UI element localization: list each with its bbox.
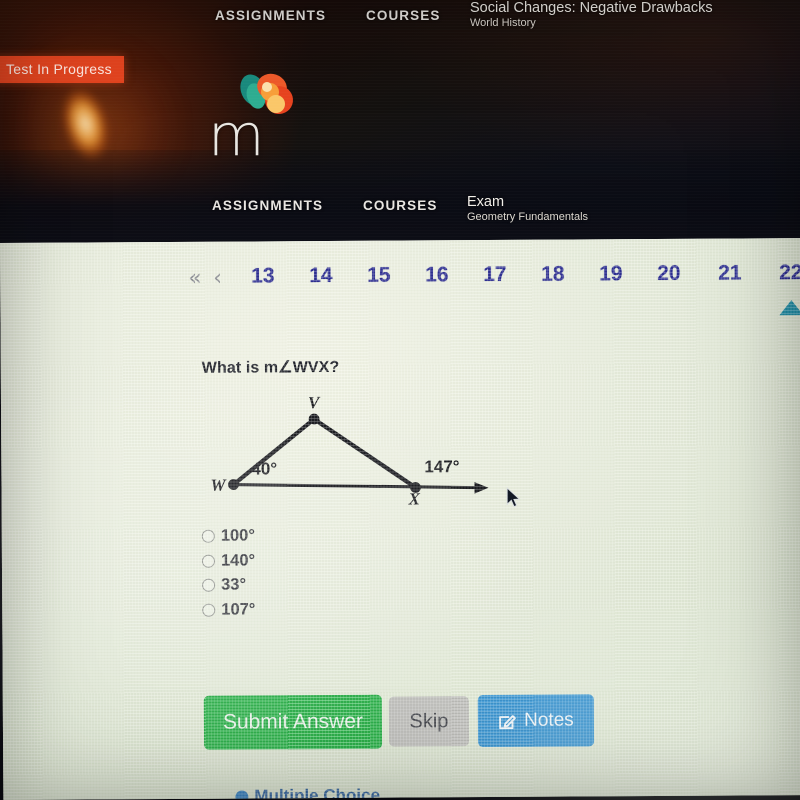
info-circle-icon: [235, 789, 249, 800]
screenshot-root: Test In Progress ASSIGNMENTS COURSES Soc…: [0, 0, 800, 800]
bottom-nav-row: ASSIGNMENTS COURSES Exam Geometry Fundam…: [0, 194, 800, 224]
svg-text:X: X: [408, 489, 421, 506]
question-panel: « ‹ 13 14 15 16 17 18 19 20 21 22 What i…: [0, 238, 800, 800]
app-header: Test In Progress ASSIGNMENTS COURSES Soc…: [0, 0, 800, 252]
answer-options-list: 100° 140° 33° 107°: [201, 525, 255, 623]
pagination-page-20[interactable]: 20: [657, 259, 681, 289]
pagination-page-17[interactable]: 17: [483, 260, 507, 290]
edit-square-icon: [498, 711, 517, 730]
nav-assignments-top[interactable]: ASSIGNMENTS: [215, 8, 326, 23]
pagination-current-caret-icon: [779, 300, 800, 316]
top-nav-subtitle-text: World History: [470, 17, 536, 29]
pagination-page-16[interactable]: 16: [425, 260, 449, 290]
answer-option-label: 140°: [220, 550, 256, 570]
question-type-label: Multiple Choice: [235, 786, 380, 800]
exam-subtitle-text: Geometry Fundamentals: [467, 211, 589, 223]
radio-icon[interactable]: [201, 529, 215, 543]
pagination-page-15[interactable]: 15: [367, 261, 391, 291]
pagination-page-22-current[interactable]: 22: [779, 258, 800, 288]
pagination-page-18[interactable]: 18: [541, 260, 565, 290]
answer-option-label: 100°: [220, 526, 255, 545]
exam-title-block: Exam Geometry Fundamentals: [467, 194, 588, 224]
action-button-row: Submit Answer Skip Notes: [3, 692, 800, 757]
question-pagination: « ‹ 13 14 15 16 17 18 19 20 21 22: [0, 256, 800, 307]
pagination-first-icon[interactable]: «: [188, 266, 202, 292]
top-nav-title-text: Social Changes: Negative Drawbacks: [470, 0, 713, 16]
radio-icon[interactable]: [202, 603, 216, 617]
brand-letter: m: [208, 101, 265, 169]
status-badge: Test In Progress: [0, 56, 124, 83]
exam-title-text: Exam: [467, 194, 505, 210]
submit-answer-button[interactable]: Submit Answer: [203, 694, 383, 750]
answer-option-label: 107°: [221, 599, 256, 619]
radio-icon[interactable]: [202, 578, 216, 592]
svg-text:W: W: [210, 476, 227, 495]
top-nav-course-title: Social Changes: Negative Drawbacks World…: [470, 0, 713, 30]
nav-courses[interactable]: COURSES: [363, 198, 437, 213]
question-type-text: Multiple Choice: [254, 785, 381, 800]
svg-text:147°: 147°: [424, 457, 459, 476]
svg-text:V: V: [308, 393, 321, 412]
geometry-figure: V W X 40° 147°: [196, 390, 497, 509]
nav-courses-top[interactable]: COURSES: [366, 8, 440, 23]
pagination-page-19[interactable]: 19: [599, 259, 623, 289]
pagination-page-14[interactable]: 14: [309, 261, 333, 291]
question-prompt: What is m∠WVX?: [201, 358, 340, 377]
brand-logo[interactable]: m: [208, 70, 308, 165]
top-nav-row: ASSIGNMENTS COURSES Social Changes: Nega…: [0, 0, 800, 34]
notes-button[interactable]: Notes: [477, 694, 595, 748]
radio-icon[interactable]: [201, 554, 215, 568]
notes-button-label: Notes: [524, 709, 574, 731]
pagination-page-21[interactable]: 21: [718, 258, 742, 288]
nav-assignments[interactable]: ASSIGNMENTS: [212, 198, 323, 213]
skip-button[interactable]: Skip: [388, 696, 470, 747]
answer-option-label: 33°: [221, 575, 247, 594]
svg-text:40°: 40°: [251, 459, 277, 478]
pagination-prev-icon[interactable]: ‹: [213, 266, 222, 292]
pagination-page-13[interactable]: 13: [251, 261, 275, 291]
